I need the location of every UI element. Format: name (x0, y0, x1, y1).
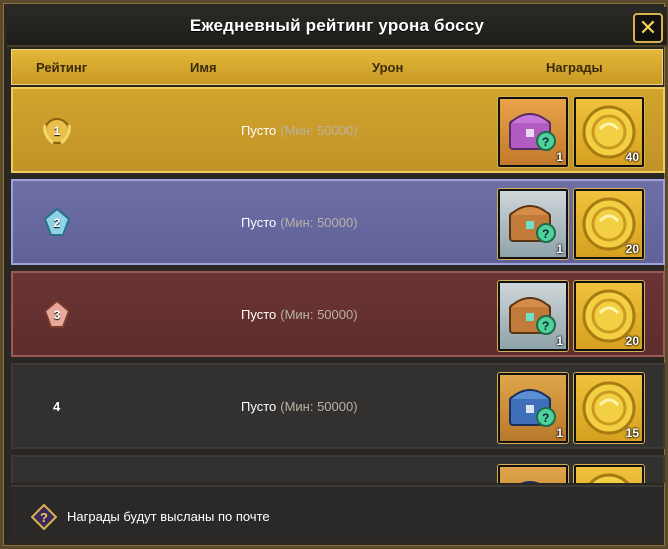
rank-number: 3 (53, 308, 61, 322)
coin-count: 20 (625, 334, 639, 348)
coin-count: 15 (625, 426, 639, 440)
reward-coin[interactable]: 20 (574, 281, 644, 351)
reward-chest[interactable]: ? 1 (498, 373, 568, 443)
reward-coin[interactable]: 20 (574, 189, 644, 259)
title-bar: Ежедневный рейтинг урона боссу ✕ (7, 7, 667, 47)
footer-bar: ? Награды будут высланы по почте (11, 485, 663, 543)
ranking-row: 4 Пусто (Мин: 50000) ? 1 15 (11, 363, 665, 449)
reward-chest[interactable]: ? 1 (498, 189, 568, 259)
player-name: Пусто (Мин: 50000) (241, 215, 358, 230)
reward-coin[interactable] (574, 465, 644, 483)
reward-coin[interactable]: 15 (574, 373, 644, 443)
ranking-list[interactable]: 1 Пусто (Мин: 50000) ? 1 40 2 Пусто (Мин… (11, 87, 667, 483)
reward-chest[interactable]: ? 1 (498, 281, 568, 351)
question-icon[interactable]: ? (31, 504, 57, 530)
chest-count: 1 (556, 150, 563, 164)
min-damage: (Мин: 50000) (280, 399, 358, 414)
header-name: Имя (190, 60, 217, 75)
blue-chest-icon (520, 481, 540, 483)
coin-count: 20 (625, 242, 639, 256)
header-damage: Урон (372, 60, 404, 75)
rank-badge-bronze: 3 (39, 297, 75, 333)
ranking-row: 2 Пусто (Мин: 50000) ? 1 20 (11, 179, 665, 265)
min-damage: (Мин: 50000) (280, 215, 358, 230)
gold-coin-icon (588, 473, 630, 483)
mail-notice: Награды будут высланы по почте (67, 509, 270, 524)
rank-number: 1 (53, 124, 61, 138)
player-name: Пусто (Мин: 50000) (241, 307, 358, 322)
rank-number: 2 (53, 216, 61, 230)
name-text: Пусто (241, 399, 277, 414)
svg-text:?: ? (542, 135, 549, 149)
chest-count: 1 (556, 334, 563, 348)
name-text: Пусто (241, 123, 277, 138)
chest-count: 1 (556, 426, 563, 440)
chest-count: 1 (556, 242, 563, 256)
rank-badge-gold: 1 (39, 113, 75, 149)
ranking-row: 3 Пусто (Мин: 50000) ? 1 20 (11, 271, 665, 357)
min-damage: (Мин: 50000) (280, 123, 358, 138)
rank-badge-silver: 2 (39, 205, 75, 241)
window-title: Ежедневный рейтинг урона боссу (189, 16, 485, 35)
reward-coin[interactable]: 40 (574, 97, 644, 167)
player-name: Пусто (Мин: 50000) (241, 123, 358, 138)
table-header: Рейтинг Имя Урон Награды (11, 49, 663, 85)
svg-text:?: ? (542, 319, 549, 333)
player-name: Пусто (Мин: 50000) (241, 399, 358, 414)
header-rewards: Награды (546, 60, 603, 75)
name-text: Пусто (241, 215, 277, 230)
close-button[interactable]: ✕ (633, 13, 663, 43)
svg-text:?: ? (40, 510, 48, 525)
close-icon: ✕ (638, 15, 658, 40)
svg-text:?: ? (542, 227, 549, 241)
rank-number: 4 (53, 399, 61, 414)
reward-chest[interactable]: ? 1 (498, 97, 568, 167)
header-rank: Рейтинг (36, 60, 88, 75)
ranking-row-partial (11, 455, 665, 483)
min-damage: (Мин: 50000) (280, 307, 358, 322)
svg-text:?: ? (542, 411, 549, 425)
coin-count: 40 (625, 150, 639, 164)
name-text: Пусто (241, 307, 277, 322)
ranking-window: Ежедневный рейтинг урона боссу ✕ Рейтинг… (0, 0, 668, 549)
reward-chest[interactable] (498, 465, 568, 483)
ranking-row: 1 Пусто (Мин: 50000) ? 1 40 (11, 87, 665, 173)
